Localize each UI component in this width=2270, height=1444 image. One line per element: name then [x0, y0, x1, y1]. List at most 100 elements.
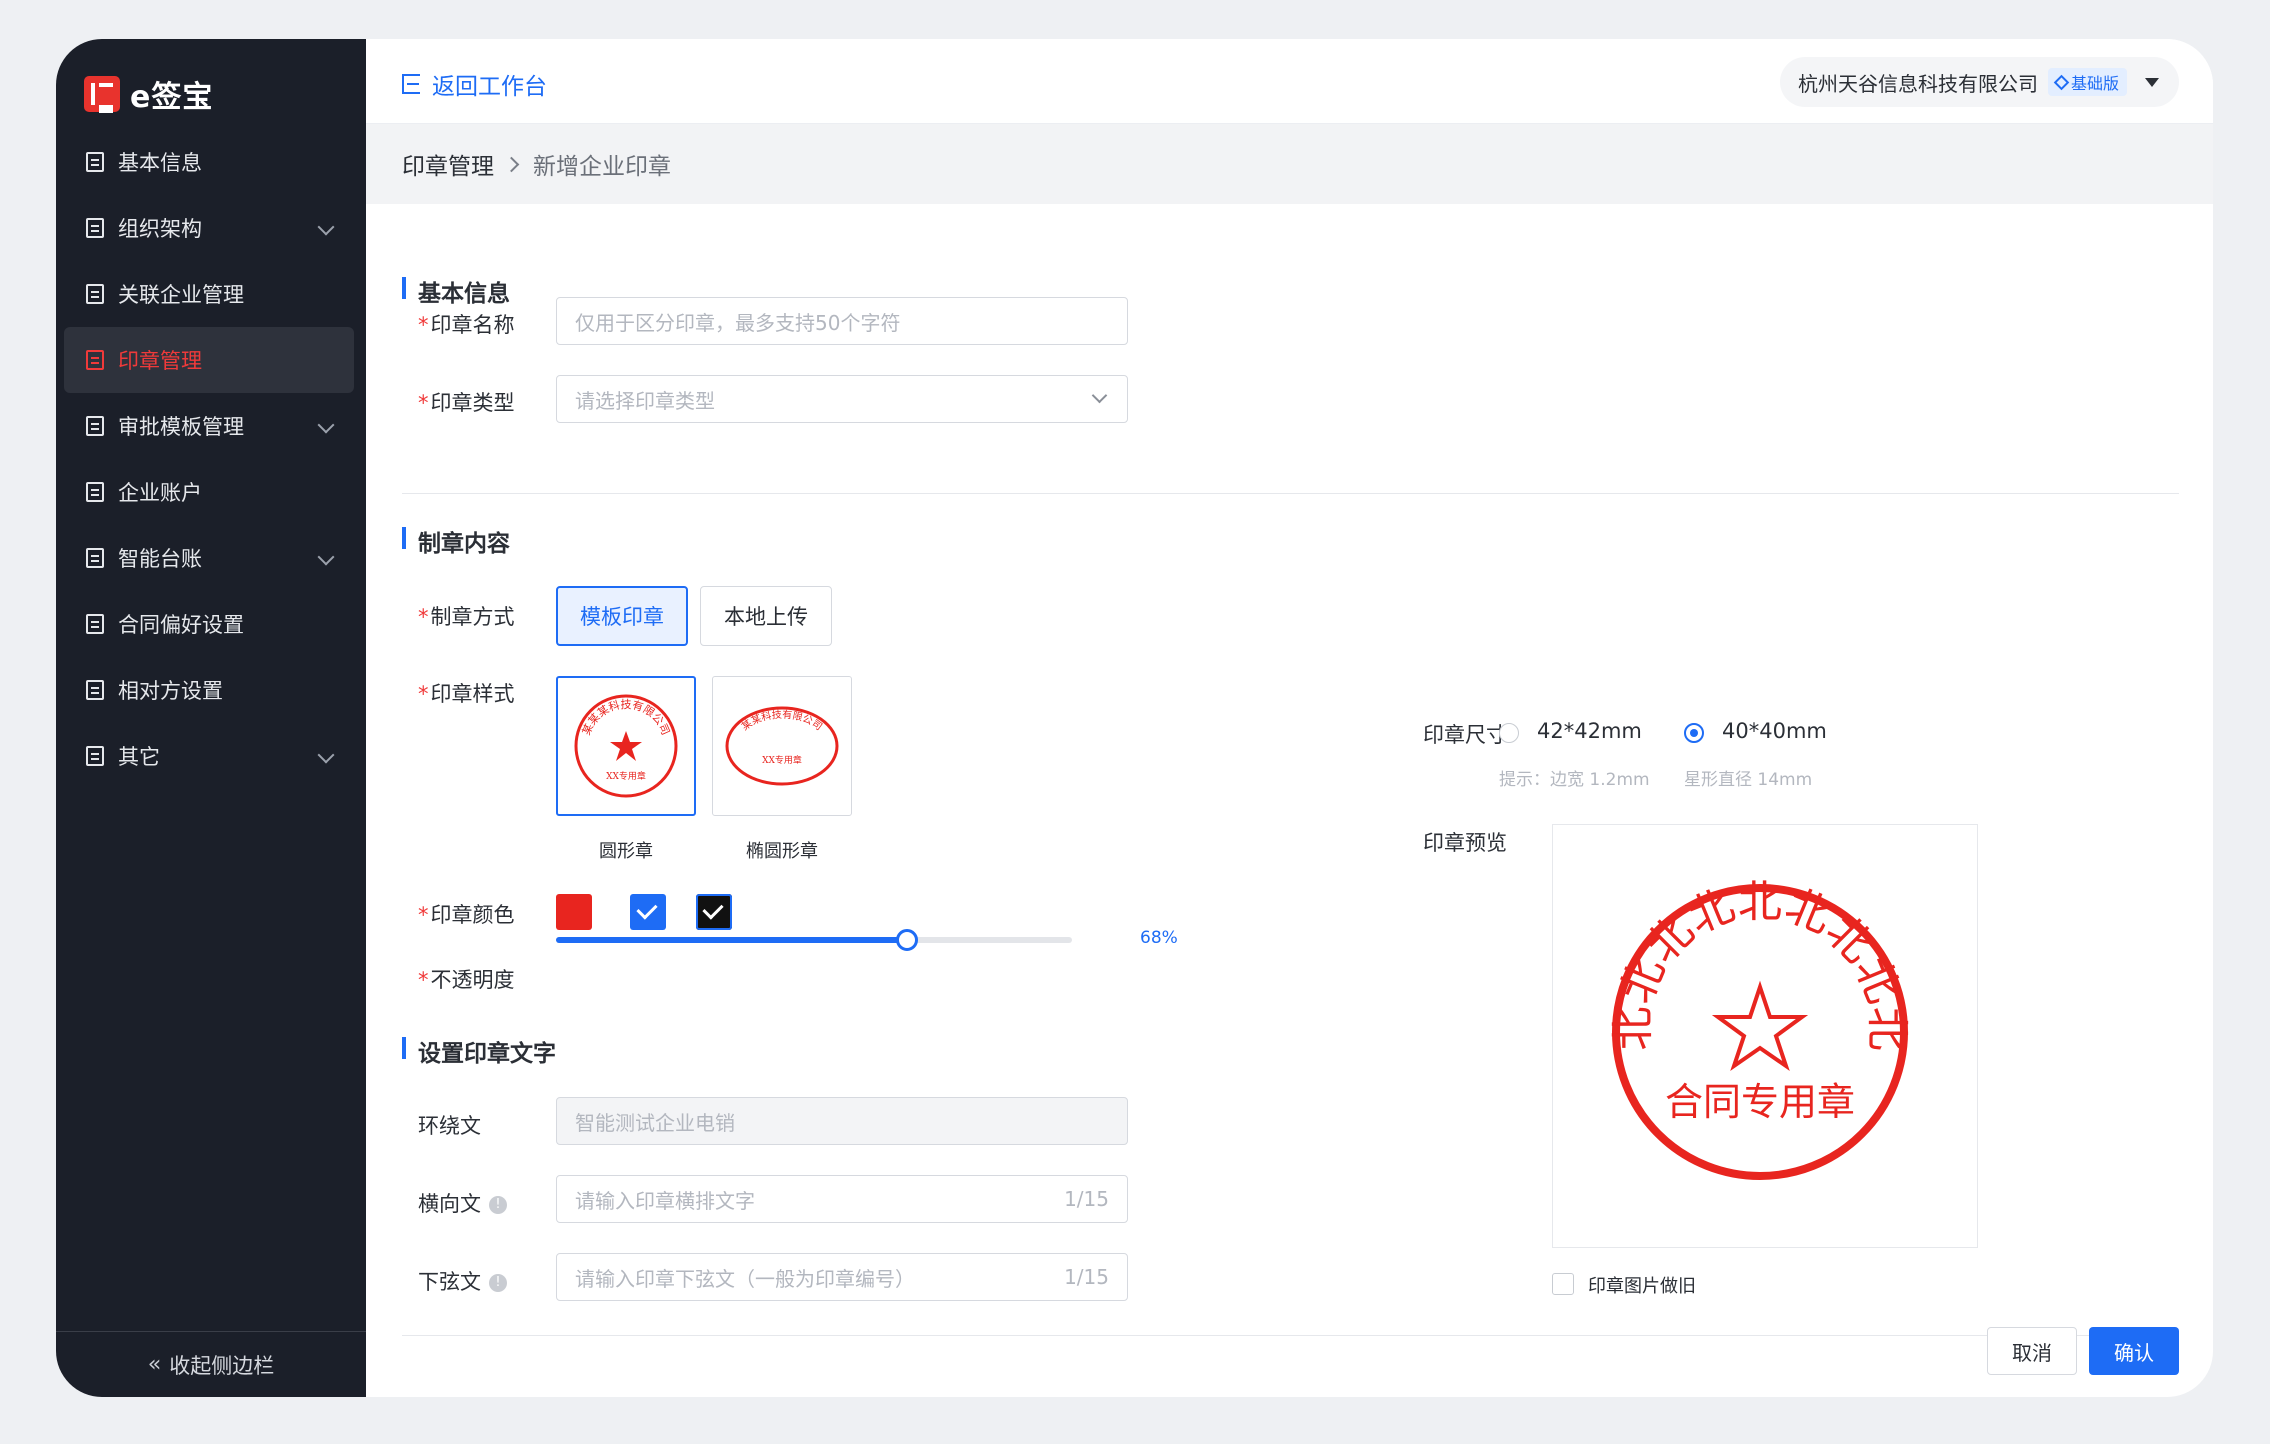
more-icon: [86, 746, 104, 766]
oval-seal-thumbnail: 某某科技有限公司 XX专用章: [725, 706, 839, 786]
logo[interactable]: e签宝: [84, 65, 213, 123]
sidebar-item-9[interactable]: 其它: [64, 723, 354, 789]
chevron-down-icon[interactable]: [317, 218, 335, 236]
svg-text:XX专用章: XX专用章: [606, 770, 646, 782]
contract-icon: [86, 614, 104, 634]
plan-badge: 基础版: [2047, 68, 2127, 96]
method-template-button[interactable]: 模板印章: [556, 586, 688, 646]
app-window: e签宝 基本信息 组织架构 关联企业管理 印章管理 审批模板管理 企业账户 智能台账 合同偏好…: [56, 39, 2213, 1397]
chevron-down-icon[interactable]: [317, 548, 335, 566]
breadcrumb: 印章管理 新增企业印章: [366, 124, 2213, 204]
org-tree-icon: [86, 218, 104, 238]
ledger-icon: [86, 548, 104, 568]
preview-label: 印章预览: [1423, 831, 1507, 855]
collapse-sidebar-button[interactable]: ‹‹ 收起侧边栏: [56, 1331, 366, 1397]
sidebar-item-6[interactable]: 智能台账: [64, 525, 354, 591]
sidebar-item-0[interactable]: 基本信息: [64, 129, 354, 195]
aged-seal-checkbox[interactable]: [1552, 1273, 1574, 1295]
sidebar-item-label: 企业账户: [118, 481, 202, 505]
color-swatch-black[interactable]: [696, 894, 732, 930]
counterparty-icon: [86, 680, 104, 700]
template-icon: [86, 416, 104, 436]
chevron-right-icon: [503, 156, 520, 172]
seal-type-label: *印章类型: [418, 391, 515, 415]
method-upload-button[interactable]: 本地上传: [700, 586, 832, 646]
seal-icon: [86, 350, 104, 370]
sidebar-item-label: 关联企业管理: [118, 283, 244, 307]
company-switcher[interactable]: 杭州天谷信息科技有限公司 基础版: [1779, 57, 2179, 107]
sidebar-item-label: 其它: [118, 745, 160, 769]
sidebar-item-label: 组织架构: [118, 217, 202, 241]
cancel-button[interactable]: 取消: [1987, 1327, 2077, 1375]
sidebar: e签宝 基本信息组织架构关联企业管理 印章管理审批模板管理 企业账户智能台账合同偏好…: [56, 39, 366, 1397]
style-oval-caption: 椭圆形章: [746, 841, 818, 862]
color-label: *印章颜色: [418, 903, 515, 927]
chevron-down-icon[interactable]: [317, 746, 335, 764]
sidebar-item-label: 基本信息: [118, 151, 202, 175]
bottom-text-input[interactable]: 请输入印章下弦文（一般为印章编号） 1/15: [556, 1253, 1128, 1301]
breadcrumb-current: 新增企业印章: [533, 154, 671, 180]
sidebar-item-1[interactable]: 组织架构: [64, 195, 354, 261]
info-icon[interactable]: !: [489, 1274, 507, 1292]
color-swatch-red[interactable]: [556, 894, 592, 930]
document-icon: [86, 152, 104, 172]
section-title-seal-text: 设置印章文字: [402, 1034, 556, 1068]
style-oval-card[interactable]: 某某科技有限公司 XX专用章: [712, 676, 852, 816]
size-42-radio[interactable]: [1499, 723, 1519, 743]
style-round-caption: 圆形章: [599, 841, 653, 862]
round-seal-thumbnail: 某某某科技有限公司 XX专用章: [574, 694, 678, 798]
sidebar-item-8[interactable]: 相对方设置: [64, 657, 354, 723]
method-label: *制章方式: [418, 605, 515, 629]
sidebar-item-label: 印章管理: [118, 349, 202, 373]
sidebar-item-label: 智能台账: [118, 547, 202, 571]
sidebar-item-label: 审批模板管理: [118, 415, 244, 439]
chevron-down-icon[interactable]: [317, 416, 335, 434]
breadcrumb-parent[interactable]: 印章管理: [402, 147, 494, 181]
building-icon: [86, 482, 104, 502]
size-label: 印章尺寸: [1423, 723, 1507, 747]
collapse-sidebar-label: 收起侧边栏: [169, 1353, 275, 1378]
seal-type-select[interactable]: 请选择印章类型: [556, 375, 1128, 423]
sidebar-item-5[interactable]: 企业账户: [64, 459, 354, 525]
bottom-text-label: 下弦文!: [418, 1266, 507, 1296]
top-bar: 返回工作台 杭州天谷信息科技有限公司 基础版: [366, 39, 2213, 124]
sidebar-item-7[interactable]: 合同偏好设置: [64, 591, 354, 657]
sidebar-item-2[interactable]: 关联企业管理: [64, 261, 354, 327]
size-hint-border: 提示：边宽 1.2mm: [1499, 770, 1650, 790]
color-swatch-blue[interactable]: [630, 894, 666, 930]
confirm-button[interactable]: 确认: [2089, 1327, 2179, 1375]
plan-badge-label: 基础版: [2070, 74, 2119, 93]
svg-text:XX专用章: XX专用章: [762, 754, 802, 766]
opacity-label: *不透明度: [418, 968, 515, 992]
opacity-slider[interactable]: [556, 929, 1072, 951]
opacity-slider-fill: [556, 937, 907, 943]
back-icon: [402, 74, 420, 94]
info-icon[interactable]: !: [489, 1196, 507, 1214]
back-to-workbench-link[interactable]: 返回工作台: [402, 67, 547, 101]
seal-preview: 北北北北北北北北北 合同专用章: [1552, 824, 1978, 1248]
caret-down-icon: [2145, 77, 2159, 87]
sidebar-nav: 基本信息组织架构关联企业管理 印章管理审批模板管理 企业账户智能台账合同偏好设置 相对…: [64, 129, 354, 789]
logo-icon: [84, 76, 120, 113]
surround-text-input: 智能测试企业电销: [556, 1097, 1128, 1145]
surround-text-label: 环绕文: [418, 1114, 481, 1138]
style-round-card[interactable]: 某某某科技有限公司 XX专用章: [556, 676, 696, 816]
sidebar-item-4[interactable]: 审批模板管理: [64, 393, 354, 459]
svg-text:合同专用章: 合同专用章: [1665, 1080, 1855, 1124]
horizontal-text-input[interactable]: 请输入印章横排文字 1/15: [556, 1175, 1128, 1223]
aged-seal-label[interactable]: 印章图片做旧: [1588, 1272, 1696, 1298]
size-40-label[interactable]: 40*40mm: [1722, 719, 1827, 743]
svg-text:某某科技有限公司: 某某科技有限公司: [739, 708, 824, 733]
size-42-label[interactable]: 42*42mm: [1537, 719, 1642, 743]
chevron-down-icon: [1091, 387, 1108, 404]
double-chevron-left-icon: ‹‹: [147, 1352, 161, 1377]
opacity-slider-handle[interactable]: [895, 929, 918, 951]
company-name: 杭州天谷信息科技有限公司: [1797, 71, 2038, 96]
main-content: 基本信息 *印章名称 仅用于区分印章，最多支持50个字符 *印章类型 请选择印章…: [366, 204, 2213, 1397]
sidebar-item-3[interactable]: 印章管理: [64, 327, 354, 393]
seal-name-input[interactable]: 仅用于区分印章，最多支持50个字符: [556, 297, 1128, 345]
size-40-radio[interactable]: [1684, 723, 1704, 743]
section-title-seal-content: 制章内容: [402, 524, 510, 558]
diamond-icon: [2053, 74, 2070, 90]
horizontal-text-count: 1/15: [1064, 1187, 1109, 1211]
